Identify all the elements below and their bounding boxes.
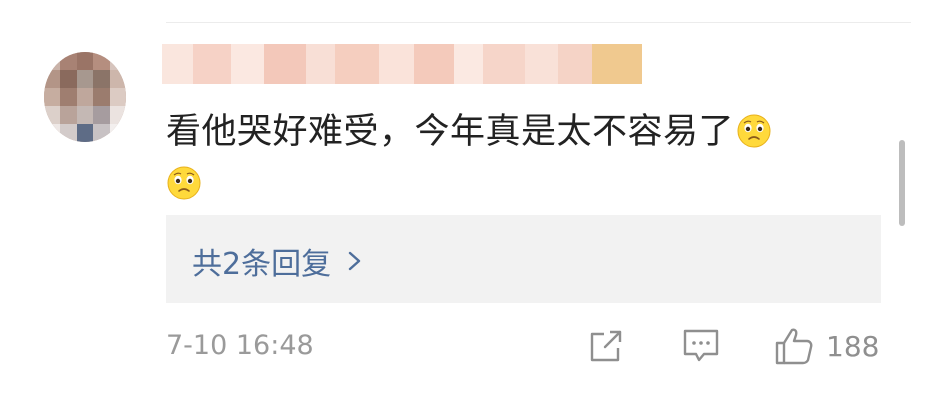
share-button[interactable] (588, 326, 624, 366)
replies-box: 共2条回复 (166, 215, 881, 303)
pleading-face-emoji (167, 166, 201, 200)
comment-button[interactable] (682, 326, 720, 366)
comment-icon (683, 329, 719, 362)
like-button[interactable]: 188 (774, 326, 879, 366)
chevron-right-icon (348, 251, 361, 271)
avatar[interactable] (44, 52, 126, 142)
like-count: 188 (826, 329, 880, 363)
comment-text: 看他哭好难受，今年真是太不容易了 (166, 112, 735, 152)
replies-label: 共2条回复 (192, 247, 332, 282)
username-blurred[interactable] (162, 44, 642, 84)
comment-timestamp: 7-10 16:48 (166, 330, 314, 361)
view-replies-link[interactable]: 共2条回复 (192, 239, 363, 283)
share-icon (590, 330, 622, 362)
scrollbar-thumb[interactable] (899, 140, 905, 226)
thumbs-up-icon (775, 328, 813, 365)
pleading-face-emoji (737, 114, 771, 148)
comment-body: 看他哭好难受，今年真是太不容易了 (166, 106, 866, 210)
top-divider (166, 22, 911, 23)
